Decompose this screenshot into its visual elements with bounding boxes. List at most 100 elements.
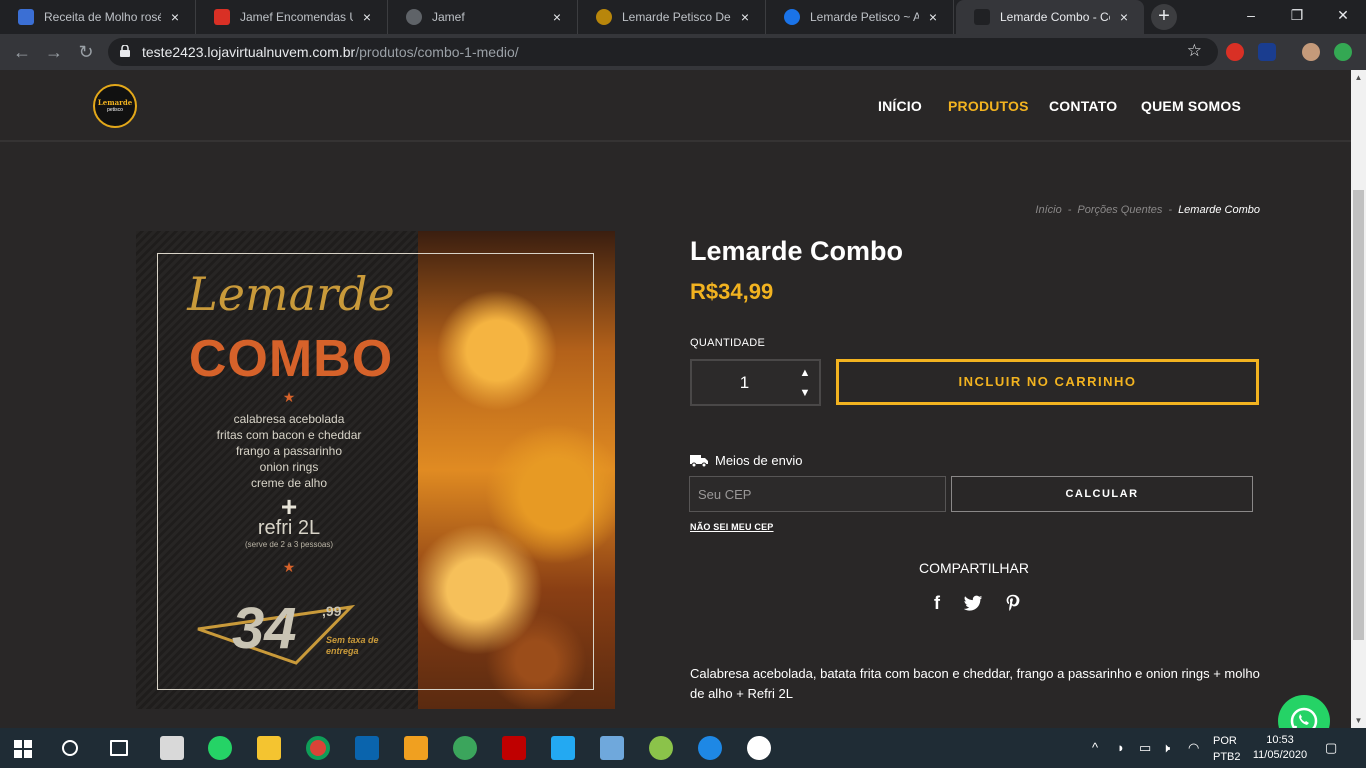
chevron-up-icon[interactable]: ▲	[793, 363, 817, 383]
minimize-button[interactable]: –	[1228, 0, 1274, 30]
address-bar[interactable]: teste2423.lojavirtualnuvem.com.br/produt…	[108, 38, 1218, 66]
calculator-icon[interactable]	[160, 736, 184, 760]
logo-subtext: petisco	[107, 107, 123, 113]
back-arrow-icon[interactable]: ←	[10, 40, 34, 64]
nav-contato[interactable]: CONTATO	[1049, 98, 1117, 114]
nav-produtos[interactable]: PRODUTOS	[948, 98, 1029, 114]
profile-avatar[interactable]	[1302, 43, 1320, 61]
bookmark-star-icon[interactable]: ☆	[1187, 41, 1202, 61]
scroll-up-arrow-icon[interactable]: ▲	[1351, 70, 1366, 85]
search-circle-icon[interactable]	[62, 740, 78, 756]
add-to-cart-button[interactable]: INCLUIR NO CARRINHO	[836, 359, 1259, 405]
whatsapp-icon	[1290, 707, 1318, 728]
volume-muted-icon[interactable]: 🕨	[1162, 740, 1170, 756]
page-scrollbar[interactable]: ▲ ▼	[1351, 70, 1366, 728]
close-tab-icon[interactable]: ×	[549, 9, 565, 25]
file-explorer-icon[interactable]	[257, 736, 281, 760]
tab-title: Lemarde Combo - Com	[1000, 10, 1110, 24]
atom-icon[interactable]	[453, 736, 477, 760]
pinterest-icon[interactable]	[1002, 592, 1024, 614]
notes-icon[interactable]	[600, 736, 624, 760]
image-price-cents: ,99	[322, 603, 342, 619]
no-cep-link[interactable]: NÃO SEI MEU CEP	[690, 522, 774, 532]
browser-tab-strip: Receita de Molho rosé × Jamef Encomendas…	[0, 0, 1366, 34]
logo-text: Lemarde	[97, 98, 133, 107]
site-logo[interactable]: Lemarde petisco	[93, 84, 137, 128]
cep-input[interactable]	[689, 476, 946, 512]
bookmark-favicon-icon	[18, 9, 34, 25]
close-tab-icon[interactable]: ×	[1116, 9, 1132, 25]
reload-icon[interactable]: ↻	[74, 40, 98, 64]
browser-tab[interactable]: Receita de Molho rosé ×	[0, 0, 196, 34]
chevron-up-icon[interactable]: ^	[1092, 740, 1098, 755]
filezilla-icon[interactable]	[502, 736, 526, 760]
breadcrumb-home[interactable]: Início	[1035, 204, 1061, 216]
tab-title: Lemarde Petisco Delive	[622, 10, 731, 24]
restore-button[interactable]: ❐	[1274, 0, 1320, 30]
image-price: 34	[232, 596, 297, 661]
nuvem-favicon-icon	[974, 9, 990, 25]
twitter-icon[interactable]	[962, 592, 984, 614]
close-window-button[interactable]: ✕	[1320, 0, 1366, 30]
chrome-icon[interactable]	[306, 736, 330, 760]
close-tab-icon[interactable]: ×	[167, 9, 183, 25]
product-description: Calabresa acebolada, batata frita com ba…	[690, 666, 1260, 701]
quantity-value[interactable]: 1	[692, 373, 797, 393]
windows-start-icon[interactable]	[14, 740, 32, 758]
browser-tab[interactable]: Lemarde Petisco Delive ×	[578, 0, 766, 34]
nav-quem-somos[interactable]: QUEM SOMOS	[1141, 98, 1241, 114]
shield-icon[interactable]: ◗	[1117, 740, 1125, 755]
windows-taskbar: ^ ◗ ▭ 🕨 ◠ POR PTB2 10:53 11/05/2020 ▢	[0, 728, 1366, 768]
tab-title: Lemarde Petisco ~ Adm	[810, 10, 919, 24]
jamef-favicon-icon	[214, 9, 230, 25]
facebook-icon[interactable]: f	[926, 592, 948, 614]
image-refri: refri 2L	[257, 517, 321, 539]
image-serve-note: (serve de 2 a 3 pessoas)	[244, 540, 334, 549]
image-item: frango a passarinho	[235, 444, 343, 458]
vpn-lock-icon[interactable]	[698, 736, 722, 760]
scrollbar-thumb[interactable]	[1353, 190, 1364, 640]
breadcrumb-current: Lemarde Combo	[1178, 204, 1260, 216]
forward-arrow-icon[interactable]: →	[42, 40, 66, 64]
breadcrumb-category[interactable]: Porções Quentes	[1077, 204, 1162, 216]
close-tab-icon[interactable]: ×	[359, 9, 375, 25]
browser-tab[interactable]: Jamef ×	[388, 0, 578, 34]
lock-icon	[120, 45, 130, 57]
browser-tab-active[interactable]: Lemarde Combo - Com ×	[956, 0, 1144, 34]
photos-icon[interactable]	[747, 736, 771, 760]
site-header: Lemarde petisco INÍCIO PRODUTOS CONTATO …	[0, 70, 1351, 142]
nav-inicio[interactable]: INÍCIO	[878, 98, 922, 114]
scroll-down-arrow-icon[interactable]: ▼	[1351, 713, 1366, 728]
whatsapp-taskbar-icon[interactable]	[208, 736, 232, 760]
browser-tab[interactable]: Jamef Encomendas Urg ×	[196, 0, 388, 34]
quantity-stepper[interactable]: 1 ▲ ▼	[690, 359, 821, 406]
vscode-icon[interactable]	[551, 736, 575, 760]
notifications-icon[interactable]: ▢	[1325, 740, 1337, 756]
page-viewport: Lemarde petisco INÍCIO PRODUTOS CONTATO …	[0, 70, 1351, 728]
whatsapp-button[interactable]	[1278, 695, 1330, 728]
quantity-label: QUANTIDADE	[690, 337, 766, 349]
wifi-icon[interactable]: ◠	[1188, 740, 1199, 756]
network-app-icon[interactable]	[649, 736, 673, 760]
product-image[interactable]: Lemarde COMBO ★ calabresa acebolada frit…	[136, 231, 615, 709]
outlook-icon[interactable]	[355, 736, 379, 760]
image-item-list: calabresa acebolada fritas com bacon e c…	[176, 411, 402, 491]
clock-date: 11/05/2020	[1252, 749, 1308, 761]
task-view-icon[interactable]	[110, 740, 128, 756]
image-title-bold: COMBO	[188, 330, 394, 388]
new-tab-button[interactable]: +	[1151, 4, 1177, 30]
browser-tab[interactable]: Lemarde Petisco ~ Adm ×	[766, 0, 954, 34]
extension-red-icon[interactable]	[1226, 43, 1244, 61]
battery-icon[interactable]: ▭	[1139, 740, 1151, 756]
language-indicator[interactable]: POR PTB2	[1213, 733, 1241, 765]
chevron-down-icon[interactable]: ▼	[793, 383, 817, 403]
close-tab-icon[interactable]: ×	[737, 9, 753, 25]
close-tab-icon[interactable]: ×	[925, 9, 941, 25]
sublime-icon[interactable]	[404, 736, 428, 760]
product-title: Lemarde Combo	[690, 236, 904, 266]
extension-green-icon[interactable]	[1334, 43, 1352, 61]
clock[interactable]: 10:53 11/05/2020	[1250, 733, 1310, 763]
extension-blue-icon[interactable]	[1258, 43, 1276, 61]
calculate-button[interactable]: CALCULAR	[951, 476, 1253, 512]
share-label: COMPARTILHAR	[919, 560, 1029, 576]
